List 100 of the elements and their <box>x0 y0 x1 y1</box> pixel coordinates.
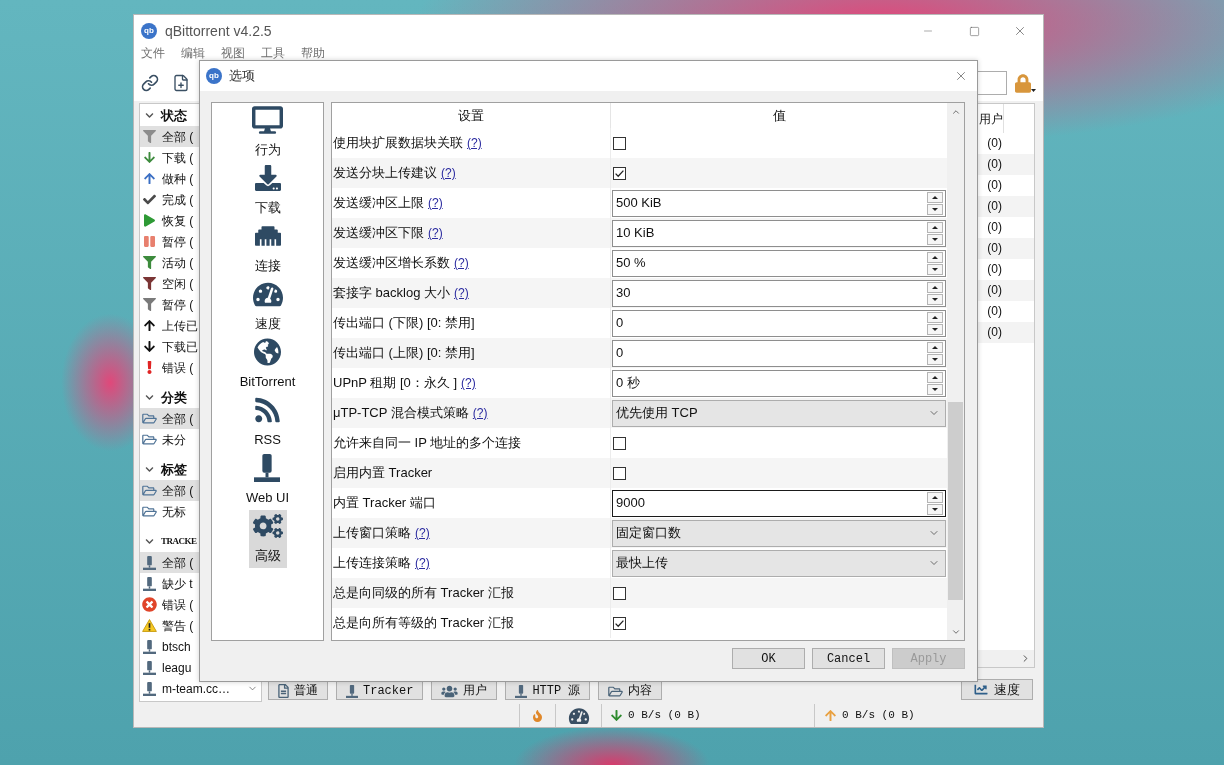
sidebar-item[interactable]: 全部 ( <box>140 480 199 501</box>
help-link[interactable]: (?) <box>454 254 469 272</box>
sidebar-item[interactable]: 无标 <box>140 501 199 522</box>
category-item[interactable]: 高级 <box>248 510 287 568</box>
menu-item[interactable]: 编辑 <box>181 47 205 60</box>
sidebar-item[interactable]: 缺少 t <box>140 573 199 594</box>
gauge-icon <box>252 280 283 308</box>
setting-label: 总是向同级的所有 Tracker 汇报 <box>333 584 514 603</box>
checkbox[interactable] <box>613 466 626 480</box>
spin-down-button[interactable] <box>927 263 943 275</box>
help-link[interactable]: (?) <box>467 134 482 152</box>
spin-up-button[interactable] <box>927 251 943 263</box>
chain-link-icon[interactable] <box>141 74 159 92</box>
sidebar-item[interactable]: 空闲 ( <box>140 273 199 294</box>
cancel-button[interactable]: Cancel <box>812 648 885 669</box>
spin-box[interactable]: 10 KiB <box>612 219 946 247</box>
spin-up-button[interactable] <box>927 221 943 233</box>
spin-box[interactable]: 30 <box>612 279 946 307</box>
category-item[interactable]: 连接 <box>250 220 285 278</box>
spin-down-button[interactable] <box>927 323 943 335</box>
sidebar-item[interactable]: m-team.cc… <box>140 678 231 699</box>
sidebar-item[interactable]: 上传已 <box>140 315 199 336</box>
checkbox[interactable] <box>613 586 626 600</box>
help-link[interactable]: (?) <box>428 224 443 242</box>
menu-item[interactable]: 文件 <box>141 47 165 60</box>
spin-box[interactable]: 9000 <box>612 489 946 517</box>
setting-label: 发送缓冲区增长系数 <box>333 254 450 273</box>
sidebar-item[interactable]: 下载 ( <box>140 147 199 168</box>
spin-up-button[interactable] <box>927 371 943 383</box>
help-link[interactable]: (?) <box>415 524 430 542</box>
spin-box[interactable]: 500 KiB <box>612 189 946 217</box>
spin-down-button[interactable] <box>927 503 943 515</box>
help-link[interactable]: (?) <box>428 194 443 212</box>
sidebar-item[interactable]: 暂停 ( <box>140 231 199 252</box>
spin-up-button[interactable] <box>927 311 943 323</box>
sidebar-item[interactable]: 暂停 ( <box>140 294 199 315</box>
spin-down-button[interactable] <box>927 383 943 395</box>
spin-up-button[interactable] <box>927 491 943 503</box>
spin-down-button[interactable] <box>927 203 943 215</box>
dropdown[interactable]: 固定窗口数 <box>612 519 946 547</box>
sidebar-item[interactable]: 全部 ( <box>140 408 199 429</box>
chevron-down-icon[interactable] <box>145 465 154 474</box>
table-cell-text: (0) <box>986 240 1003 257</box>
help-link[interactable]: (?) <box>461 374 476 392</box>
chevron-down-icon[interactable] <box>145 393 154 402</box>
spin-box[interactable]: 0 <box>612 339 946 367</box>
spin-box[interactable]: 0 <box>612 309 946 337</box>
menu-item[interactable]: 帮助 <box>301 47 325 60</box>
menu-item[interactable]: 视图 <box>221 47 245 60</box>
category-item[interactable]: 速度 <box>248 278 287 336</box>
ok-button[interactable]: OK <box>732 648 805 669</box>
sidebar-item[interactable]: 做种 ( <box>140 168 199 189</box>
spin-up-button[interactable] <box>927 341 943 353</box>
spin-down-button[interactable] <box>927 233 943 245</box>
category-item[interactable]: Web UI <box>241 452 294 510</box>
category-item[interactable]: BitTorrent <box>235 336 300 394</box>
close-icon <box>954 69 968 83</box>
help-link[interactable]: (?) <box>472 404 488 422</box>
chevron-down-icon[interactable] <box>145 111 154 120</box>
sidebar-item[interactable]: leagu <box>140 657 199 678</box>
lock-button[interactable] <box>1015 73 1036 93</box>
vertical-scrollbar[interactable] <box>947 103 964 640</box>
sidebar-item[interactable]: 警告 ( <box>140 615 199 636</box>
spin-down-button[interactable] <box>927 353 943 365</box>
sidebar-item[interactable]: 全部 ( <box>140 552 199 573</box>
chevron-down-icon[interactable] <box>145 537 154 546</box>
spin-up-button[interactable] <box>927 281 943 293</box>
help-link[interactable]: (?) <box>441 164 456 182</box>
speed-button[interactable]: 速度 <box>961 679 1033 700</box>
sidebar-item[interactable]: 错误 ( <box>140 357 199 378</box>
dropdown[interactable]: 最快上传 <box>612 549 946 577</box>
down-triangle-icon <box>932 237 938 241</box>
sidebar-item[interactable]: 下载已 <box>140 336 199 357</box>
sidebar-item[interactable]: btsch <box>140 636 199 657</box>
sidebar-item[interactable]: 未分 <box>140 429 199 450</box>
spin-box[interactable]: 50 % <box>612 249 946 277</box>
spin-down-button[interactable] <box>927 293 943 305</box>
category-item[interactable]: RSS <box>250 394 285 452</box>
spin-box[interactable]: 0 秒 <box>612 369 946 397</box>
sidebar-item[interactable]: 完成 ( <box>140 189 199 210</box>
help-link[interactable]: (?) <box>454 284 469 302</box>
dropdown[interactable]: 优先使用 TCP <box>612 399 946 427</box>
checkbox[interactable] <box>613 616 626 630</box>
window-title: qBittorrent v4.2.5 <box>165 21 272 41</box>
sidebar-item[interactable]: 错误 ( <box>140 594 199 615</box>
column-header[interactable]: 值 <box>611 103 947 128</box>
checkbox[interactable] <box>613 136 626 150</box>
file-plus-icon[interactable] <box>172 74 190 92</box>
sidebar-item[interactable]: 恢复 ( <box>140 210 199 231</box>
menu-item[interactable]: 工具 <box>261 47 285 60</box>
sidebar-item[interactable]: 全部 ( <box>140 126 199 147</box>
column-header[interactable]: 用户 <box>979 109 1003 128</box>
checkbox[interactable] <box>613 436 626 450</box>
spin-up-button[interactable] <box>927 191 943 203</box>
category-item[interactable]: 下载 <box>250 162 285 220</box>
sidebar-item[interactable]: 活动 ( <box>140 252 199 273</box>
help-link[interactable]: (?) <box>415 554 430 572</box>
category-item[interactable]: 行为 <box>248 104 287 162</box>
scrollbar-thumb[interactable] <box>948 402 963 600</box>
checkbox[interactable] <box>613 166 626 180</box>
